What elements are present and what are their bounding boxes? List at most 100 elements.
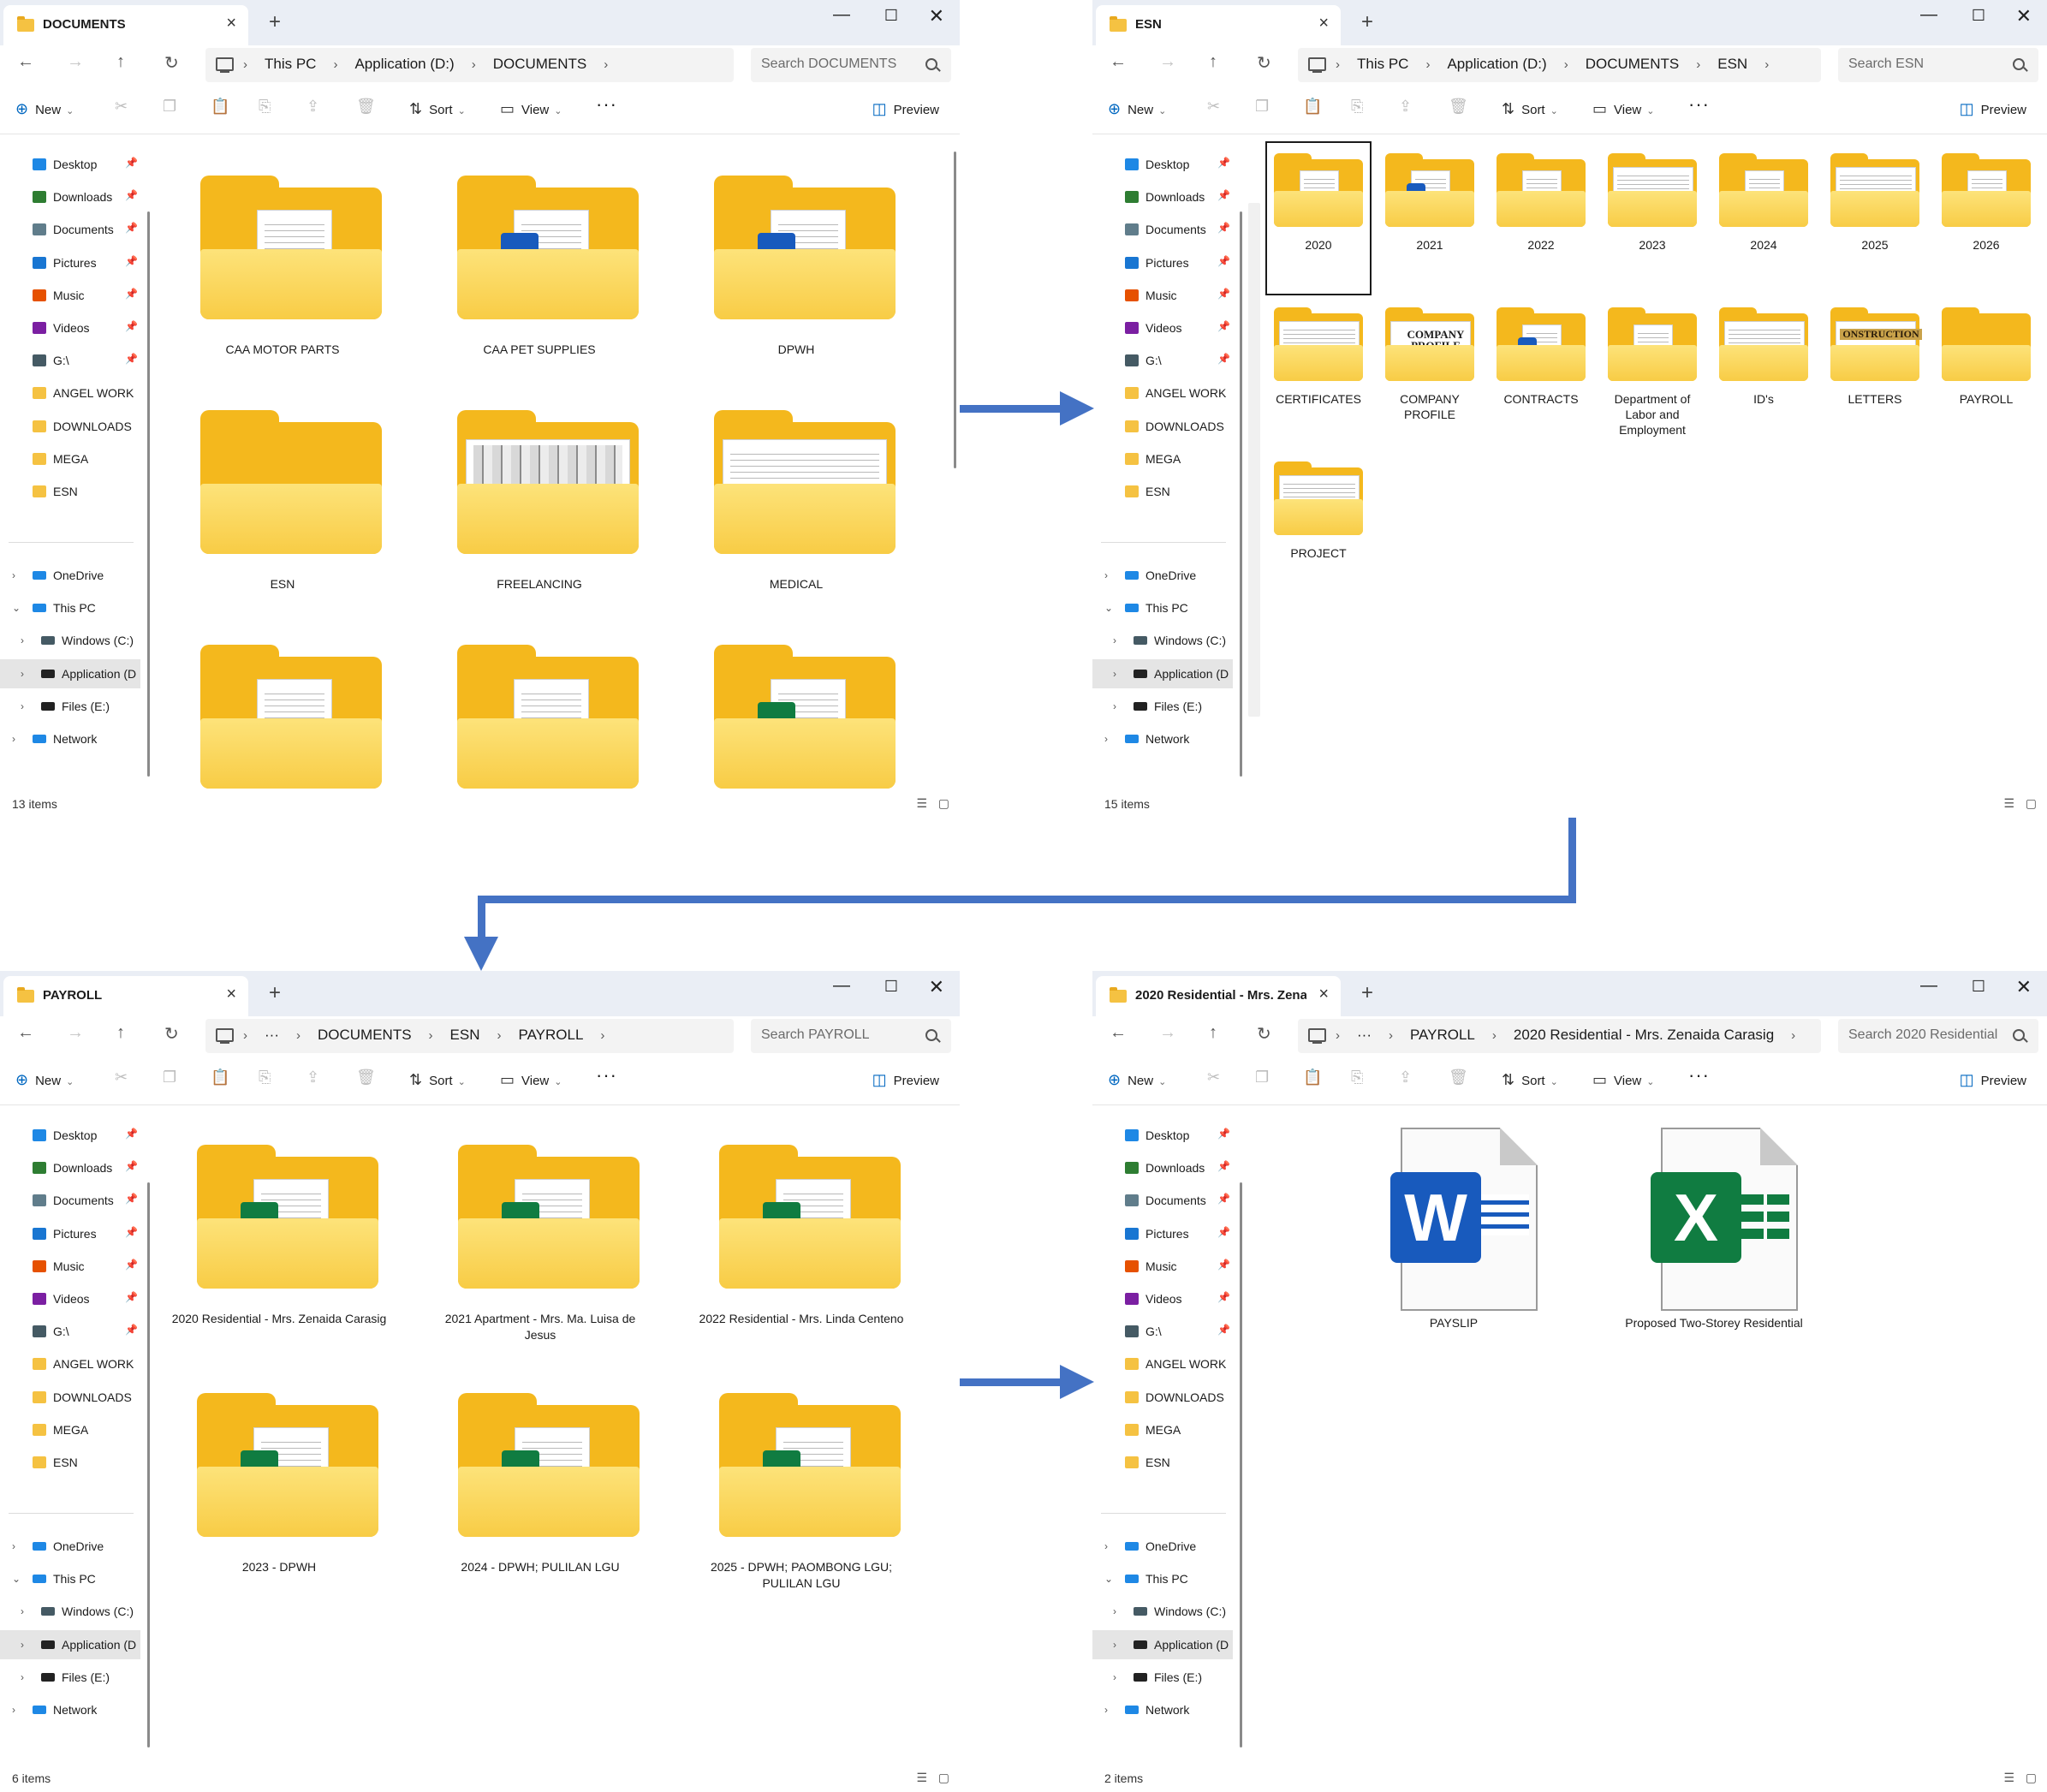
- sidebar-item[interactable]: Music 📌: [1092, 281, 1233, 310]
- copy-icon[interactable]: ❐: [1255, 98, 1269, 116]
- sidebar-item[interactable]: Videos 📌: [1092, 313, 1233, 342]
- back-icon[interactable]: ←: [17, 1023, 34, 1043]
- sidebar-tree-item[interactable]: › OneDrive: [1092, 1532, 1233, 1561]
- chevron-right-icon[interactable]: ›: [243, 57, 247, 72]
- chevron-right-icon[interactable]: ›: [1104, 1704, 1108, 1716]
- copy-icon[interactable]: ❐: [1255, 1069, 1269, 1087]
- sidebar-tree-item[interactable]: › Application (D: [1092, 658, 1233, 688]
- active-tab[interactable]: ESN ×: [1096, 5, 1341, 45]
- close-tab-icon[interactable]: ×: [1318, 14, 1329, 33]
- folder-item[interactable]: COMPANY PROFILE COMPANY PROFILE: [1377, 295, 1483, 449]
- folder-item[interactable]: 2022: [1488, 141, 1594, 295]
- sidebar-tree-item[interactable]: › Files (E:): [1092, 692, 1233, 721]
- folder-item[interactable]: 2026: [1933, 141, 2039, 295]
- address-bar[interactable]: › ··· › DOCUMENTS › ESN › PAYROLL ›: [205, 1019, 734, 1053]
- folder-item[interactable]: ONSTRUCTION LETTERS: [1822, 295, 1928, 449]
- folder-item[interactable]: MEDICAL: [685, 390, 907, 616]
- folder-item[interactable]: 2020 Residential - Mrs. Zenaida Carasig: [168, 1124, 390, 1364]
- close-window-icon[interactable]: ✕: [929, 976, 944, 998]
- rename-icon[interactable]: ⎘: [259, 1069, 271, 1087]
- sidebar-tree-item[interactable]: › OneDrive: [0, 1532, 140, 1561]
- minimize-icon[interactable]: —: [1920, 5, 1937, 25]
- breadcrumb-item[interactable]: ESN: [1717, 56, 1747, 73]
- sidebar-item[interactable]: Desktop 📌: [0, 1121, 140, 1150]
- close-tab-icon[interactable]: ×: [226, 14, 236, 33]
- new-tab-icon[interactable]: +: [1361, 981, 1373, 1005]
- breadcrumb-item[interactable]: ···: [265, 1027, 279, 1044]
- breadcrumb-item[interactable]: DOCUMENTS: [493, 56, 587, 73]
- minimize-icon[interactable]: —: [833, 5, 850, 25]
- sidebar-tree-item[interactable]: ⌄ This PC: [1092, 593, 1233, 622]
- sidebar-scrollbar[interactable]: [147, 211, 150, 777]
- refresh-icon[interactable]: ↻: [1257, 52, 1271, 74]
- delete-icon[interactable]: 🗑: [1449, 98, 1468, 116]
- content-scrollbar[interactable]: [954, 152, 956, 468]
- delete-icon[interactable]: 🗑: [356, 1069, 376, 1087]
- paste-icon[interactable]: 📋: [1303, 1069, 1322, 1087]
- chevron-right-icon[interactable]: ›: [429, 1028, 433, 1043]
- sidebar-item[interactable]: Downloads 📌: [1092, 1153, 1233, 1182]
- chevron-right-icon[interactable]: ›: [21, 1639, 24, 1651]
- chevron-right-icon[interactable]: ›: [21, 634, 24, 646]
- share-icon[interactable]: ⇪: [306, 98, 319, 116]
- details-view-icon[interactable]: ☰: [2003, 1771, 2014, 1785]
- up-icon[interactable]: ↑: [116, 52, 125, 72]
- sidebar-item[interactable]: MEGA: [1092, 1415, 1233, 1444]
- view-button[interactable]: ▭ View ⌄: [500, 1071, 562, 1089]
- sidebar-tree-item[interactable]: ⌄ This PC: [0, 1564, 140, 1593]
- search-input[interactable]: Search 2020 Residential: [1838, 1019, 2038, 1053]
- address-bar[interactable]: › This PC › Application (D:) › DOCUMENTS ›: [205, 48, 734, 82]
- copy-icon[interactable]: ❐: [163, 1069, 176, 1087]
- sidebar-item[interactable]: Documents 📌: [1092, 215, 1233, 244]
- sort-button[interactable]: ⇅ Sort ⌄: [1502, 100, 1558, 118]
- chevron-right-icon[interactable]: ›: [1336, 1028, 1340, 1043]
- more-options-icon[interactable]: ···: [1688, 93, 1710, 116]
- chevron-right-icon[interactable]: ›: [1104, 1540, 1108, 1552]
- chevron-right-icon[interactable]: ›: [1696, 57, 1700, 72]
- address-bar[interactable]: › This PC › Application (D:) › DOCUMENTS › ESN ›: [1298, 48, 1821, 82]
- sidebar-tree-item[interactable]: › Files (E:): [0, 1663, 140, 1692]
- large-icons-view-icon[interactable]: ▢: [2026, 796, 2037, 811]
- more-options-icon[interactable]: ···: [596, 1064, 617, 1087]
- search-input[interactable]: Search DOCUMENTS: [751, 48, 951, 82]
- sidebar-item[interactable]: MEGA: [0, 444, 140, 473]
- sidebar-tree-item[interactable]: › Windows (C:): [1092, 626, 1233, 655]
- chevron-right-icon[interactable]: ⌄: [1104, 602, 1113, 614]
- cut-icon[interactable]: ✂: [1207, 1069, 1220, 1087]
- sidebar-item[interactable]: ESN: [1092, 1448, 1233, 1477]
- breadcrumb-item[interactable]: ···: [1357, 1027, 1372, 1044]
- sidebar-tree-item[interactable]: › Network: [0, 724, 140, 753]
- rename-icon[interactable]: ⎘: [259, 98, 271, 116]
- folder-item[interactable]: 2020: [1265, 141, 1372, 295]
- rename-icon[interactable]: ⎘: [1351, 98, 1363, 116]
- up-icon[interactable]: ↑: [1209, 52, 1217, 72]
- folder-item[interactable]: [685, 624, 907, 818]
- sidebar-item[interactable]: G:\ 📌: [1092, 1317, 1233, 1346]
- sidebar-item[interactable]: Downloads 📌: [0, 1153, 140, 1182]
- folder-item[interactable]: DPWH: [685, 155, 907, 381]
- sidebar-item[interactable]: Pictures 📌: [1092, 248, 1233, 277]
- sidebar-tree-item[interactable]: ⌄ This PC: [0, 593, 140, 622]
- folder-item[interactable]: ID's: [1711, 295, 1817, 449]
- sidebar-item[interactable]: Pictures 📌: [0, 1219, 140, 1248]
- folder-item[interactable]: FREELANCING: [428, 390, 651, 616]
- chevron-right-icon[interactable]: ›: [1104, 733, 1108, 745]
- sidebar-scroll-track[interactable]: [1248, 203, 1260, 717]
- sidebar-item[interactable]: ANGEL WORK: [0, 1349, 140, 1378]
- chevron-right-icon[interactable]: ›: [12, 1540, 15, 1552]
- sidebar-scrollbar[interactable]: [1240, 211, 1242, 777]
- breadcrumb-item[interactable]: DOCUMENTS: [318, 1027, 412, 1044]
- up-icon[interactable]: ↑: [1209, 1023, 1217, 1043]
- share-icon[interactable]: ⇪: [306, 1069, 319, 1087]
- sidebar-item[interactable]: Downloads 📌: [0, 182, 140, 211]
- chevron-right-icon[interactable]: ›: [1492, 1028, 1497, 1043]
- paste-icon[interactable]: 📋: [211, 98, 229, 116]
- address-bar[interactable]: › ··· › PAYROLL › 2020 Residential - Mrs. Zen…: [1298, 1019, 1821, 1053]
- sidebar-item[interactable]: ESN: [0, 477, 140, 506]
- preview-button[interactable]: ◫ Preview: [1960, 100, 2026, 118]
- sidebar-item[interactable]: DOWNLOADS: [0, 412, 140, 441]
- preview-button[interactable]: ◫ Preview: [1960, 1071, 2026, 1089]
- folder-item[interactable]: PROJECT: [1265, 449, 1372, 604]
- sidebar-tree-item[interactable]: › Windows (C:): [0, 1597, 140, 1626]
- sidebar-item[interactable]: MEGA: [1092, 444, 1233, 473]
